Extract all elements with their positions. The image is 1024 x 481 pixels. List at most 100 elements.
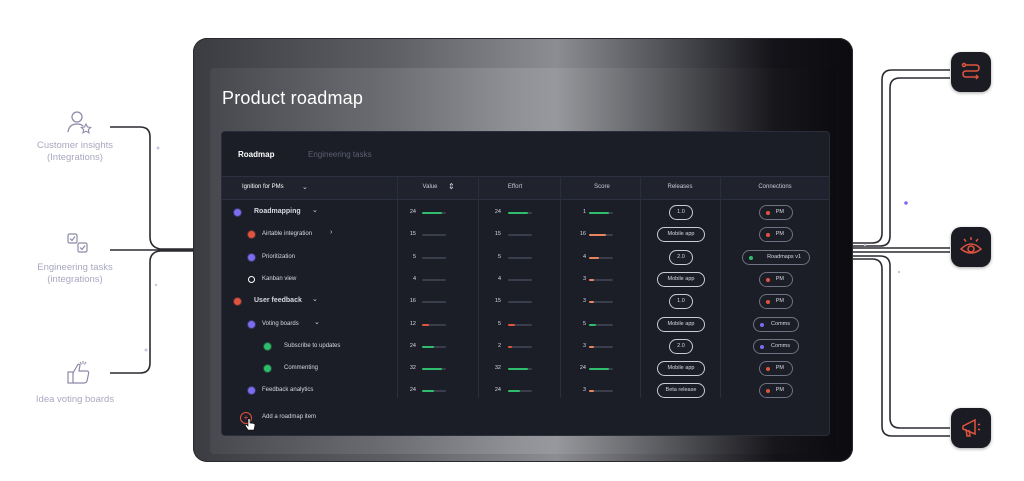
release-pill[interactable]: Mobile app <box>657 361 705 377</box>
status-circle-icon <box>264 342 271 350</box>
score-bar <box>589 278 613 281</box>
release-pill[interactable]: Beta release <box>657 383 705 399</box>
status-circle-icon <box>234 209 241 216</box>
row-label[interactable]: Roadmapping <box>254 208 301 215</box>
connection-pill[interactable]: Comms <box>753 316 799 332</box>
release-pill[interactable]: 1.0 <box>669 294 693 310</box>
status-circle-icon <box>248 253 255 261</box>
score-bar <box>589 368 613 371</box>
table-row[interactable]: Kanban view 4 4 3 Mobile app PM <box>222 269 829 291</box>
source-label-idea-voting: Idea voting boards <box>35 394 115 405</box>
effort-bar <box>508 256 532 259</box>
release-pill[interactable]: 1.0 <box>669 205 693 220</box>
connection-dot <box>760 344 764 349</box>
score-bar-fill <box>589 390 594 393</box>
status-circle-icon <box>234 298 241 306</box>
connection-dot <box>766 233 770 238</box>
column-header-effort[interactable]: Effort <box>485 184 545 190</box>
connection-pill[interactable]: PM <box>759 205 793 220</box>
connection-pill[interactable]: PM <box>759 361 793 377</box>
connection-dot <box>766 211 770 215</box>
value-number: 15 <box>409 231 416 238</box>
status-circle-icon <box>248 275 255 283</box>
table-row[interactable]: Roadmapping ⌄ 24 24 1 1.0 PM <box>222 202 829 224</box>
column-header-name[interactable]: Ignition for PMs <box>242 184 284 190</box>
chevron-down-icon[interactable]: ⌄ <box>312 206 318 214</box>
score-bar-fill <box>589 368 610 371</box>
route-icon[interactable] <box>951 52 991 92</box>
score-bar-fill <box>589 301 594 304</box>
release-pill[interactable]: 2.0 <box>669 249 693 265</box>
effort-number: 5 <box>497 253 501 260</box>
checklist-icon <box>66 232 90 259</box>
row-label[interactable]: Kanban view <box>262 276 296 282</box>
connection-label: PM <box>775 365 784 372</box>
user-star-icon <box>66 110 92 139</box>
table-row[interactable]: Commenting 32 32 24 Mobile app PM <box>222 358 829 380</box>
status-circle-icon <box>264 365 271 373</box>
table-row[interactable]: Feedback analytics 24 24 3 Beta release PM <box>222 380 829 402</box>
connection-pill[interactable]: Roadmaps v1 <box>742 249 810 265</box>
chevron-down-icon[interactable]: ⌄ <box>314 318 320 326</box>
row-label[interactable]: Subscribe to updates <box>284 343 340 349</box>
row-label[interactable]: Voting boards <box>262 321 299 327</box>
chevron-right-icon[interactable]: › <box>330 229 332 236</box>
table-row[interactable]: Subscribe to updates 24 2 3 2.0 Comms <box>222 336 829 358</box>
score-number: 16 <box>579 231 586 238</box>
connection-pill[interactable]: PM <box>759 294 793 310</box>
connection-label: Comms <box>771 320 790 327</box>
tab-roadmap[interactable]: Roadmap <box>238 150 274 159</box>
effort-bar <box>508 301 532 304</box>
roadmap-table-card: Roadmap Engineering tasks Ignition for P… <box>221 131 830 436</box>
table-row[interactable]: Airtable integration › 15 15 16 Mobile app PM <box>222 224 829 246</box>
release-pill[interactable]: 2.0 <box>669 338 693 354</box>
score-bar <box>589 234 613 237</box>
status-circle-icon <box>248 387 255 395</box>
connection-pill[interactable]: PM <box>759 383 793 399</box>
effort-number: 15 <box>494 231 501 238</box>
connection-label: Roadmaps v1 <box>767 253 801 260</box>
column-header-connections[interactable]: Connections <box>740 184 810 190</box>
row-label[interactable]: User feedback <box>254 297 302 304</box>
column-header-score[interactable]: Score <box>572 184 632 190</box>
row-label[interactable]: Feedback analytics <box>262 387 313 393</box>
table-row[interactable]: Voting boards ⌄ 12 5 5 Mobile app Comms <box>222 314 829 336</box>
connection-dot <box>766 300 770 305</box>
score-bar <box>589 390 613 393</box>
effort-number: 15 <box>494 298 501 305</box>
score-bar-fill <box>589 323 597 326</box>
effort-number: 4 <box>497 275 501 282</box>
release-pill[interactable]: Mobile app <box>657 227 705 243</box>
score-number: 3 <box>582 298 586 305</box>
row-label[interactable]: Commenting <box>284 365 318 371</box>
value-number: 24 <box>409 209 416 215</box>
value-bar <box>422 234 446 237</box>
effort-bar <box>508 212 532 214</box>
tab-engineering-tasks[interactable]: Engineering tasks <box>308 150 372 159</box>
connection-pill[interactable]: Comms <box>753 338 799 354</box>
table-row[interactable]: Prioritization 5 5 4 2.0 Roadmaps v1 <box>222 247 829 269</box>
release-pill[interactable]: Mobile app <box>657 271 705 287</box>
eye-icon[interactable] <box>951 227 991 267</box>
table-row[interactable]: User feedback ⌄ 16 15 3 1.0 PM <box>222 291 829 313</box>
value-number: 24 <box>409 342 416 349</box>
score-number: 1 <box>582 209 586 215</box>
connection-pill[interactable]: PM <box>759 271 793 287</box>
score-bar <box>589 212 613 214</box>
release-pill[interactable]: Mobile app <box>657 316 705 332</box>
chevron-down-icon[interactable]: ⌄ <box>302 183 308 191</box>
connection-dot <box>749 255 753 260</box>
score-number: 3 <box>582 387 586 394</box>
score-bar-fill <box>589 278 594 281</box>
value-bar <box>422 278 446 281</box>
connection-pill[interactable]: PM <box>759 227 793 243</box>
add-roadmap-item[interactable]: Add a roadmap item <box>262 414 316 420</box>
value-number: 5 <box>412 253 416 260</box>
column-header-releases[interactable]: Releases <box>650 184 710 190</box>
value-number: 12 <box>409 320 416 327</box>
row-label[interactable]: Prioritization <box>262 254 295 260</box>
megaphone-icon[interactable] <box>951 408 991 448</box>
chevron-down-icon[interactable]: ⌄ <box>312 295 318 303</box>
row-label[interactable]: Airtable integration <box>262 231 312 237</box>
sort-icon[interactable]: ⇕ <box>448 182 455 191</box>
